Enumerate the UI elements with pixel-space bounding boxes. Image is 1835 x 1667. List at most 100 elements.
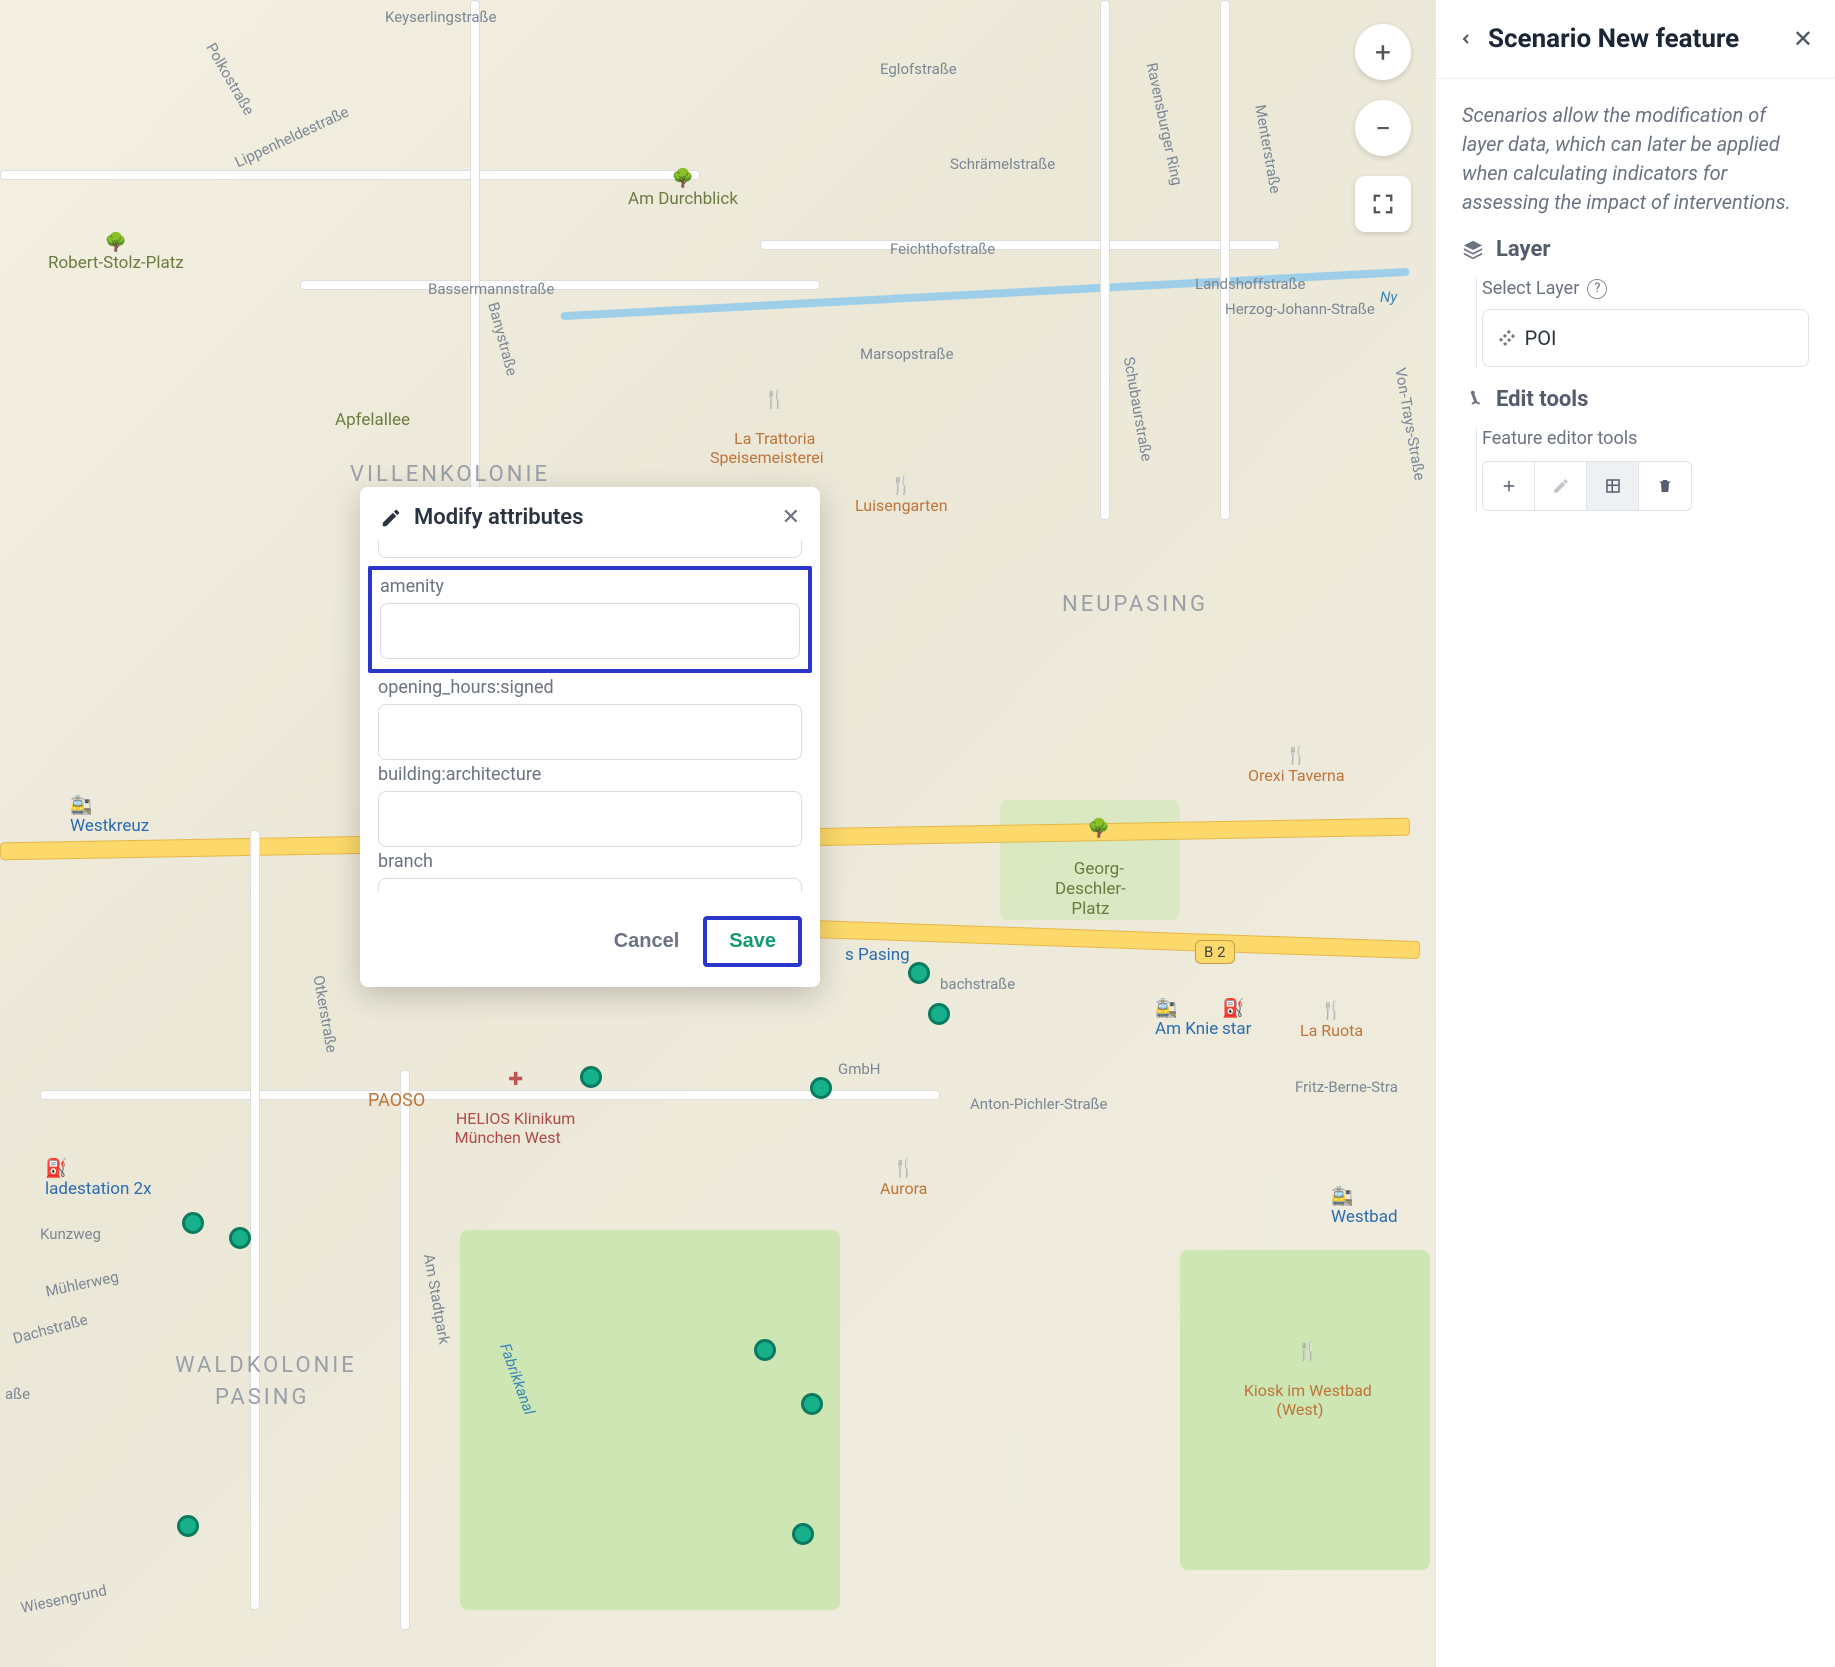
poi-marker[interactable]	[928, 1003, 950, 1025]
poi-marker[interactable]	[792, 1523, 814, 1545]
opening-hours-input[interactable]	[378, 704, 802, 760]
map-road-label: Kunzweg	[40, 1225, 101, 1243]
poi-marker[interactable]	[182, 1212, 204, 1234]
map-river	[560, 268, 1409, 320]
field-building-arch-group: building:architecture	[378, 764, 802, 847]
zoom-in-button[interactable]: +	[1355, 24, 1411, 80]
tool-table-button[interactable]	[1587, 462, 1639, 510]
map-road-label: Eglofstraße	[880, 60, 957, 78]
plus-icon	[1500, 477, 1518, 495]
layer-section: Layer Select Layer ? ⠿ POI	[1436, 231, 1835, 381]
clipped-field-top	[378, 540, 802, 558]
map-poi-label: 🌳 Robert-Stolz-Platz	[48, 232, 184, 273]
section-divider	[1476, 278, 1477, 367]
poi-marker[interactable]	[177, 1515, 199, 1537]
feature-editor-tools	[1482, 461, 1692, 511]
map-road-label: Mühlerweg	[44, 1267, 120, 1300]
map-minor-road	[470, 0, 480, 500]
map-road-label: Wiesengrund	[19, 1581, 108, 1617]
transit-icon: 🚉	[70, 795, 92, 816]
poi-marker[interactable]	[754, 1339, 776, 1361]
map-canvas[interactable]: B 2 VILLENKOLONIE NEUPASING WALDKOLONIE …	[0, 0, 1435, 1667]
tool-add-button[interactable]	[1483, 462, 1535, 510]
field-label-branch: branch	[378, 851, 802, 872]
building-architecture-input[interactable]	[378, 791, 802, 847]
map-parkland	[460, 1230, 840, 1610]
save-button[interactable]: Save	[703, 916, 802, 967]
map-area-label: PASING	[215, 1385, 309, 1410]
layer-select[interactable]: ⠿ POI	[1482, 309, 1809, 367]
map-minor-road	[0, 170, 700, 180]
poi-marker[interactable]	[229, 1227, 251, 1249]
map-major-road	[780, 919, 1420, 959]
fuel-icon: ⛽	[45, 1158, 67, 1179]
map-road-label: Schubaurstraße	[1120, 355, 1156, 462]
trash-icon	[1657, 477, 1673, 495]
poi-marker[interactable]	[908, 962, 930, 984]
back-button[interactable]	[1458, 25, 1474, 53]
map-fuel-label: ⛽ star	[1222, 998, 1251, 1039]
map-food-label: 🍴 Luisengarten	[855, 475, 948, 515]
amenity-input[interactable]	[380, 603, 800, 659]
transit-icon: 🚉	[1155, 998, 1177, 1019]
map-parkland	[1180, 1250, 1430, 1570]
fullscreen-button[interactable]	[1355, 176, 1411, 232]
poi-marker[interactable]	[801, 1393, 823, 1415]
compass-icon	[1462, 389, 1484, 411]
field-amenity-group: amenity	[368, 566, 812, 673]
hospital-icon: ✚	[508, 1069, 523, 1090]
map-food-label: 🍴 La Ruota	[1300, 1000, 1363, 1040]
field-opening-hours-group: opening_hours:signed	[378, 677, 802, 760]
section-divider	[1476, 428, 1477, 511]
map-road-label: Herzog-Johann-Straße	[1225, 300, 1375, 318]
editor-tools-label: Feature editor tools	[1482, 428, 1809, 449]
sidebar-description: Scenarios allow the modification of laye…	[1436, 79, 1835, 231]
layer-section-title: Layer	[1496, 237, 1550, 262]
field-label-opening-hours: opening_hours:signed	[378, 677, 802, 698]
map-road-label: Marsopstraße	[860, 345, 954, 363]
dialog-close-button[interactable]: ✕	[782, 505, 800, 530]
map-food-label: 🍴 La Trattoria Speisemeisterei	[710, 370, 824, 486]
sidebar-title: Scenario New feature	[1488, 24, 1779, 54]
poi-marker[interactable]	[580, 1066, 602, 1088]
map-area-label: WALDKOLONIE	[175, 1353, 357, 1378]
map-minor-road	[1100, 0, 1110, 520]
tree-icon: 🌳	[105, 232, 127, 253]
map-parkland	[1000, 800, 1180, 920]
map-road-label: Dachstraße	[11, 1310, 90, 1347]
map-road-label: Otkerstraße	[309, 974, 340, 1054]
field-branch-group: branch	[378, 851, 802, 892]
map-controls: + −	[1355, 24, 1411, 232]
map-road-label: bachstraße	[940, 975, 1015, 993]
map-road-label: Anton-Pichler-Straße	[970, 1095, 1108, 1113]
map-food-label: 🍴 Aurora	[880, 1158, 927, 1198]
map-area-label: NEUPASING	[1062, 592, 1208, 617]
restaurant-icon: 🍴	[890, 475, 912, 496]
pencil-icon	[1552, 477, 1570, 495]
table-icon	[1604, 477, 1622, 495]
map-road-label: Ny	[1380, 288, 1397, 306]
map-minor-road	[300, 280, 820, 290]
cancel-button[interactable]: Cancel	[606, 920, 688, 963]
map-road-label: Fritz-Berne-Stra	[1295, 1078, 1398, 1096]
map-road-label: aße	[5, 1385, 30, 1403]
map-transit-label: 🚉 Westbad	[1331, 1186, 1398, 1227]
map-transit-label: s Pasing	[845, 945, 910, 965]
layers-icon	[1462, 239, 1484, 261]
road-ref-badge: B 2	[1195, 940, 1235, 964]
sidebar-close-button[interactable]: ✕	[1793, 25, 1813, 53]
map-poi-label: Apfelallee	[335, 410, 410, 430]
map-minor-road	[760, 240, 1280, 250]
clipped-field-bottom	[378, 878, 802, 892]
layer-type-icon: ⠿	[1492, 325, 1517, 350]
map-food-label: 🍴 Orexi Taverna	[1248, 745, 1345, 785]
poi-marker[interactable]	[810, 1077, 832, 1099]
tool-edit-button	[1535, 462, 1587, 510]
select-layer-label: Select Layer ?	[1482, 278, 1809, 299]
map-road-label: Am Stadtpark	[420, 1252, 454, 1345]
zoom-out-button[interactable]: −	[1355, 100, 1411, 156]
help-icon[interactable]: ?	[1587, 279, 1607, 299]
map-minor-road	[400, 1070, 410, 1630]
tool-delete-button[interactable]	[1639, 462, 1691, 510]
restaurant-icon: 🍴	[892, 1158, 914, 1179]
